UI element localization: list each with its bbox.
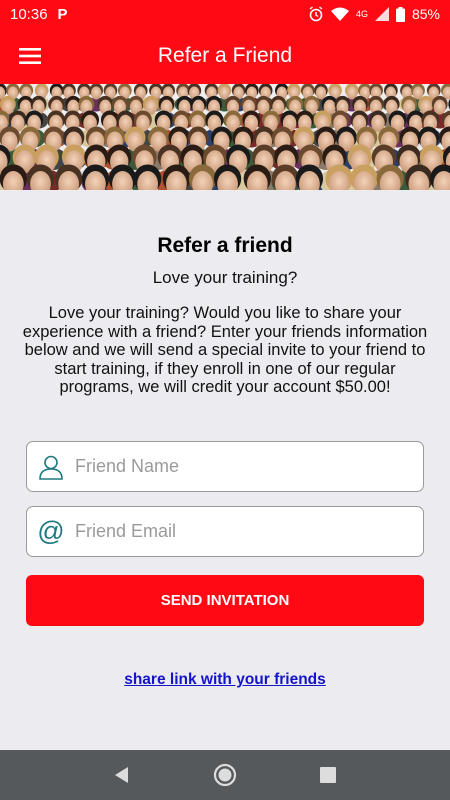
section-subheading: Love your training?	[152, 268, 298, 287]
home-circle-icon	[213, 763, 237, 787]
hamburger-menu-icon	[19, 48, 41, 64]
send-invitation-button[interactable]: SEND INVITATION	[26, 575, 424, 626]
back-triangle-icon	[114, 767, 128, 783]
section-heading: Refer a friend	[157, 234, 293, 257]
referral-description: Love your training? Would you like to sh…	[22, 304, 428, 396]
friend-name-input[interactable]	[75, 446, 423, 487]
parking-app-indicator: P	[57, 5, 68, 23]
page-title: Refer a Friend	[157, 44, 293, 67]
friend-name-field[interactable]	[26, 441, 424, 492]
recents-square-icon	[320, 767, 337, 783]
wifi-icon	[330, 7, 349, 21]
svg-text:@: @	[37, 518, 64, 546]
signal-icon	[374, 7, 389, 21]
crowd-photo	[0, 84, 450, 190]
alarm-icon	[309, 6, 323, 22]
battery-icon	[395, 6, 405, 22]
network-type: 4G	[355, 9, 368, 19]
recents-button[interactable]	[308, 755, 348, 795]
friend-email-input[interactable]	[75, 511, 423, 552]
refer-content: Refer a friend Love your training? Love …	[0, 190, 450, 750]
status-icons: 4G 85%	[308, 6, 440, 22]
share-link[interactable]: share link with your friends	[0, 671, 450, 689]
status-time: 10:36	[10, 5, 48, 23]
app-bar: Refer a Friend	[0, 28, 450, 84]
crowd-banner-image	[0, 84, 450, 190]
battery-percent: 85%	[411, 6, 440, 22]
at-sign-icon: @	[27, 507, 75, 556]
menu-button[interactable]	[0, 28, 60, 84]
person-icon	[27, 442, 75, 491]
system-nav-bar	[0, 750, 450, 800]
back-button[interactable]	[102, 755, 142, 795]
status-bar: 10:36 P 4G 85%	[0, 0, 450, 28]
home-button[interactable]	[205, 755, 245, 795]
friend-email-field[interactable]: @	[26, 506, 424, 557]
